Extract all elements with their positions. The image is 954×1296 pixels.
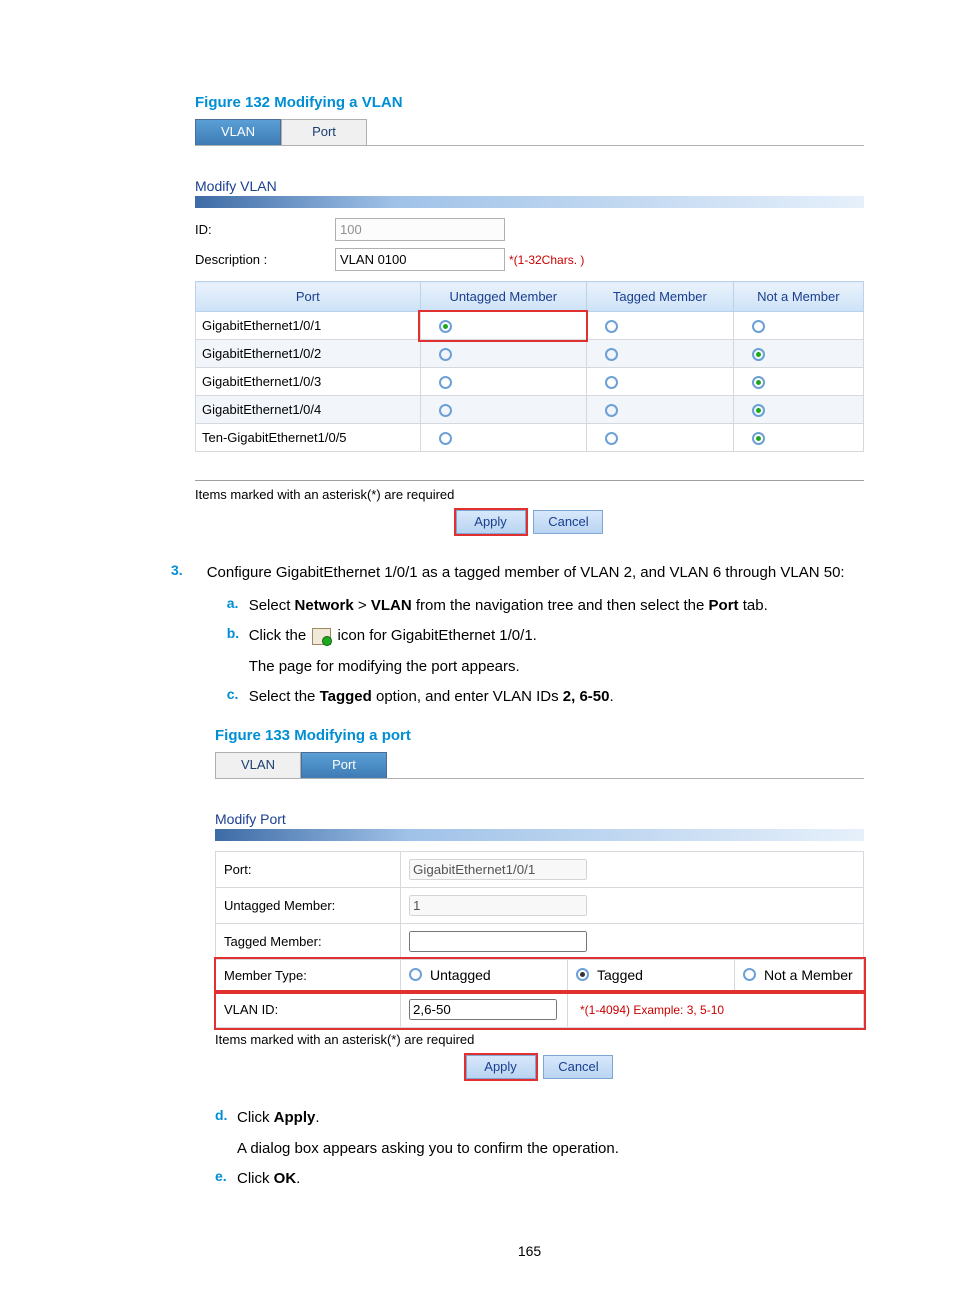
step-3c-marker: c. bbox=[227, 686, 249, 709]
section-title-modify-vlan: Modify VLAN bbox=[195, 178, 864, 194]
tagged-member-label: Tagged Member: bbox=[216, 923, 401, 959]
step-3b-marker: b. bbox=[227, 625, 249, 678]
vlan-id-label: VLAN ID: bbox=[216, 992, 401, 1028]
port-cell: Ten-GigabitEthernet1/0/5 bbox=[196, 424, 421, 452]
section-title-modify-port: Modify Port bbox=[215, 811, 864, 827]
port-cell: GigabitEthernet1/0/1 bbox=[196, 312, 421, 340]
radio-untagged-member[interactable] bbox=[439, 404, 452, 417]
table-row: GigabitEthernet1/0/1 bbox=[196, 312, 864, 340]
cancel-button[interactable]: Cancel bbox=[533, 510, 603, 534]
port-cell: GigabitEthernet1/0/2 bbox=[196, 340, 421, 368]
tab-vlan-2[interactable]: VLAN bbox=[215, 752, 301, 778]
tab-bar-fig132: VLAN Port bbox=[195, 119, 864, 146]
step-3-marker: 3. bbox=[171, 562, 183, 717]
description-hint: *(1-32Chars. ) bbox=[509, 253, 584, 267]
tab-port[interactable]: Port bbox=[281, 119, 367, 145]
radio-not-member[interactable] bbox=[752, 376, 765, 389]
id-field bbox=[335, 218, 505, 241]
th-port: Port bbox=[196, 282, 421, 312]
port-field bbox=[409, 859, 587, 880]
tagged-member-field[interactable] bbox=[409, 931, 587, 952]
figure-133-caption: Figure 133 Modifying a port bbox=[215, 727, 864, 744]
radio-untagged-member[interactable] bbox=[439, 320, 452, 333]
radio-tagged-member[interactable] bbox=[605, 404, 618, 417]
section-rule bbox=[195, 196, 864, 208]
radio-tagged-member[interactable] bbox=[605, 348, 618, 361]
required-note: Items marked with an asterisk(*) are req… bbox=[195, 487, 864, 502]
step-3d-text: Click Apply. A dialog box appears asking… bbox=[237, 1107, 864, 1160]
th-not-member: Not a Member bbox=[733, 282, 863, 312]
modify-port-form: Port: Untagged Member: Tagged Member: Me… bbox=[215, 851, 864, 1029]
radio-untagged-member[interactable] bbox=[439, 376, 452, 389]
table-row: GigabitEthernet1/0/4 bbox=[196, 396, 864, 424]
vlan-id-hint: *(1-4094) Example: 3, 5-10 bbox=[580, 1003, 724, 1017]
th-tagged: Tagged Member bbox=[586, 282, 733, 312]
tab-vlan[interactable]: VLAN bbox=[195, 119, 281, 145]
section-rule-2 bbox=[215, 829, 864, 841]
figure-133-screenshot: VLAN Port Modify Port Port: Untagged Mem… bbox=[215, 752, 864, 1080]
description-field[interactable] bbox=[335, 248, 505, 271]
table-row: GigabitEthernet1/0/2 bbox=[196, 340, 864, 368]
step-3b-text: Click the icon for GigabitEthernet 1/0/1… bbox=[249, 625, 864, 678]
required-note-2: Items marked with an asterisk(*) are req… bbox=[215, 1032, 864, 1047]
port-label: Port: bbox=[216, 851, 401, 887]
radio-tagged-member[interactable] bbox=[605, 376, 618, 389]
radio-tagged-member[interactable] bbox=[605, 320, 618, 333]
radio-untagged-member[interactable] bbox=[439, 432, 452, 445]
step-3a-text: Select Network > VLAN from the navigatio… bbox=[249, 595, 864, 618]
table-row: Ten-GigabitEthernet1/0/5 bbox=[196, 424, 864, 452]
radio-not-member[interactable]: Not a Member bbox=[743, 967, 853, 983]
radio-tagged-member[interactable] bbox=[605, 432, 618, 445]
step-3e-marker: e. bbox=[215, 1168, 237, 1191]
step-3-text: Configure GigabitEthernet 1/0/1 as a tag… bbox=[207, 562, 864, 585]
radio-not-member[interactable] bbox=[752, 348, 765, 361]
figure-132-screenshot: VLAN Port Modify VLAN ID: Description : … bbox=[195, 119, 864, 534]
radio-untagged-member[interactable] bbox=[439, 348, 452, 361]
tab-port-2[interactable]: Port bbox=[301, 752, 387, 778]
page-number: 165 bbox=[195, 1243, 864, 1259]
step-3c-text: Select the Tagged option, and enter VLAN… bbox=[249, 686, 864, 709]
edit-icon bbox=[312, 628, 331, 645]
table-row: GigabitEthernet1/0/3 bbox=[196, 368, 864, 396]
th-untagged: Untagged Member bbox=[420, 282, 586, 312]
radio-not-member[interactable] bbox=[752, 432, 765, 445]
tab-bar-fig133: VLAN Port bbox=[215, 752, 864, 779]
port-cell: GigabitEthernet1/0/3 bbox=[196, 368, 421, 396]
vlan-id-field[interactable] bbox=[409, 999, 557, 1020]
apply-button-2[interactable]: Apply bbox=[466, 1055, 536, 1079]
step-3a-marker: a. bbox=[227, 595, 249, 618]
radio-untagged[interactable]: Untagged bbox=[409, 967, 491, 983]
step-3e-text: Click OK. bbox=[237, 1168, 864, 1191]
description-label: Description : bbox=[195, 252, 335, 267]
untagged-member-field bbox=[409, 895, 587, 916]
apply-button[interactable]: Apply bbox=[456, 510, 526, 534]
radio-tagged[interactable]: Tagged bbox=[576, 967, 643, 983]
id-label: ID: bbox=[195, 222, 335, 237]
untagged-member-label: Untagged Member: bbox=[216, 887, 401, 923]
port-membership-table: Port Untagged Member Tagged Member Not a… bbox=[195, 281, 864, 452]
step-3d-marker: d. bbox=[215, 1107, 237, 1160]
cancel-button-2[interactable]: Cancel bbox=[543, 1055, 613, 1079]
radio-not-member[interactable] bbox=[752, 404, 765, 417]
radio-not-member[interactable] bbox=[752, 320, 765, 333]
figure-132-caption: Figure 132 Modifying a VLAN bbox=[195, 94, 864, 111]
port-cell: GigabitEthernet1/0/4 bbox=[196, 396, 421, 424]
member-type-label: Member Type: bbox=[216, 959, 401, 992]
